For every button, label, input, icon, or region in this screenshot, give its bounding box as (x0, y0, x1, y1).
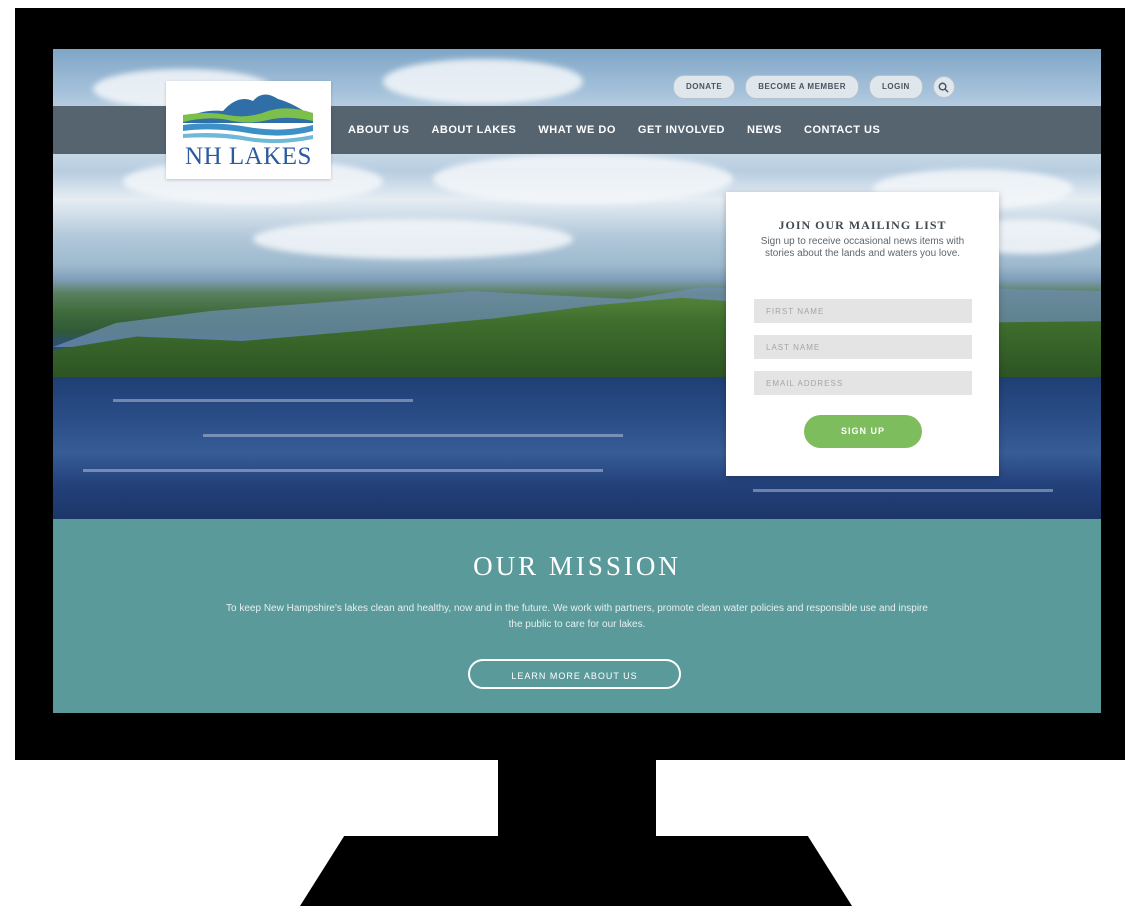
email-field[interactable] (754, 371, 972, 395)
search-icon[interactable] (932, 76, 955, 98)
cloud (253, 219, 573, 259)
last-name-field[interactable] (754, 335, 972, 359)
water-ripple (753, 489, 1053, 492)
nav-about-lakes[interactable]: ABOUT LAKES (431, 124, 516, 136)
nav-menu: ABOUT US ABOUT LAKES WHAT WE DO GET INVO… (348, 106, 880, 154)
learn-more-button[interactable]: LEARN MORE ABOUT US (468, 659, 681, 689)
cloud (433, 154, 733, 204)
utility-bar: DONATE BECOME A MEMBER LOGIN (673, 75, 955, 99)
signup-description: Sign up to receive occasional news items… (760, 236, 965, 259)
mission-section: OUR MISSION To keep New Hampshire's lake… (53, 519, 1101, 713)
search-icon-glyph (938, 82, 949, 93)
water-ripple (83, 469, 603, 472)
cloud (383, 59, 583, 104)
donate-button[interactable]: DONATE (673, 75, 736, 99)
website-screen: DONATE BECOME A MEMBER LOGIN ABOUT US AB… (53, 49, 1101, 713)
nav-get-involved[interactable]: GET INVOLVED (638, 124, 725, 136)
signup-title: JOIN OUR MAILING LIST (778, 218, 947, 232)
login-button[interactable]: LOGIN (868, 75, 923, 99)
sign-up-button[interactable]: SIGN UP (804, 415, 922, 448)
water-ripple (113, 399, 413, 402)
nh-lakes-logo[interactable]: NH LAKES (166, 81, 331, 179)
monitor-stand-neck (498, 758, 656, 838)
water-ripple (203, 434, 623, 437)
logo-mark (183, 94, 313, 144)
first-name-field[interactable] (754, 299, 972, 323)
monitor-stand-base (300, 836, 852, 906)
mission-text: To keep New Hampshire's lakes clean and … (226, 603, 928, 630)
mailing-list-signup: JOIN OUR MAILING LIST Sign up to receive… (726, 192, 999, 476)
become-member-button[interactable]: BECOME A MEMBER (745, 75, 859, 99)
logo-text: NH LAKES (185, 143, 312, 170)
nav-about-us[interactable]: ABOUT US (348, 124, 409, 136)
nav-news[interactable]: NEWS (747, 124, 782, 136)
nav-what-we-do[interactable]: WHAT WE DO (538, 124, 616, 136)
nav-contact-us[interactable]: CONTACT US (804, 124, 880, 136)
mission-title: OUR MISSION (473, 551, 681, 581)
